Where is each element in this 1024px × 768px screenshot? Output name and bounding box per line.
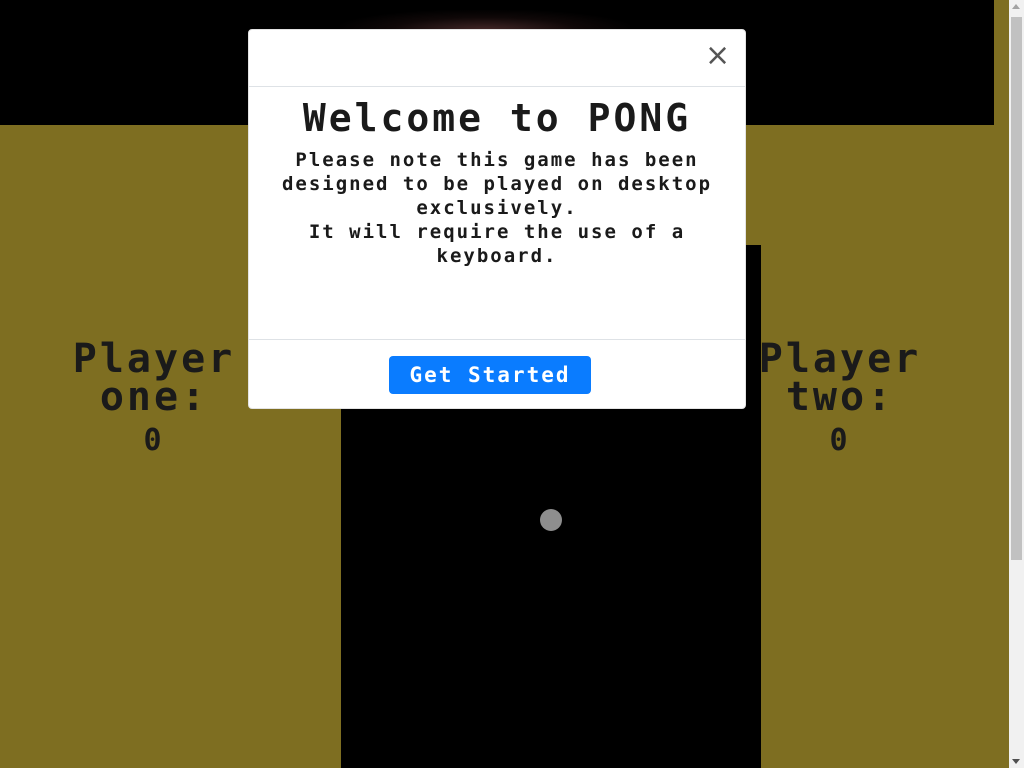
- modal-footer: Get Started: [249, 339, 745, 410]
- scrollbar-thumb[interactable]: [1011, 17, 1022, 560]
- ball: [540, 509, 562, 531]
- modal-note-line2: It will require the use of a keyboard.: [308, 221, 686, 267]
- player-one-score: 0: [143, 423, 165, 458]
- welcome-modal: × Welcome to PONG Please note this game …: [248, 29, 746, 409]
- modal-header: ×: [249, 30, 745, 87]
- scroll-up-arrow-icon[interactable]: [1012, 4, 1020, 9]
- scroll-down-arrow-icon[interactable]: [1012, 759, 1020, 764]
- modal-note-line1: Please note this game has been designed …: [281, 149, 713, 219]
- modal-title: Welcome to PONG: [302, 96, 692, 140]
- modal-note: Please note this game has been designed …: [249, 148, 745, 268]
- close-icon[interactable]: ×: [705, 41, 730, 71]
- get-started-button[interactable]: Get Started: [389, 356, 591, 394]
- modal-body: Welcome to PONG Please note this game ha…: [249, 88, 745, 339]
- vertical-scrollbar[interactable]: [1009, 0, 1024, 768]
